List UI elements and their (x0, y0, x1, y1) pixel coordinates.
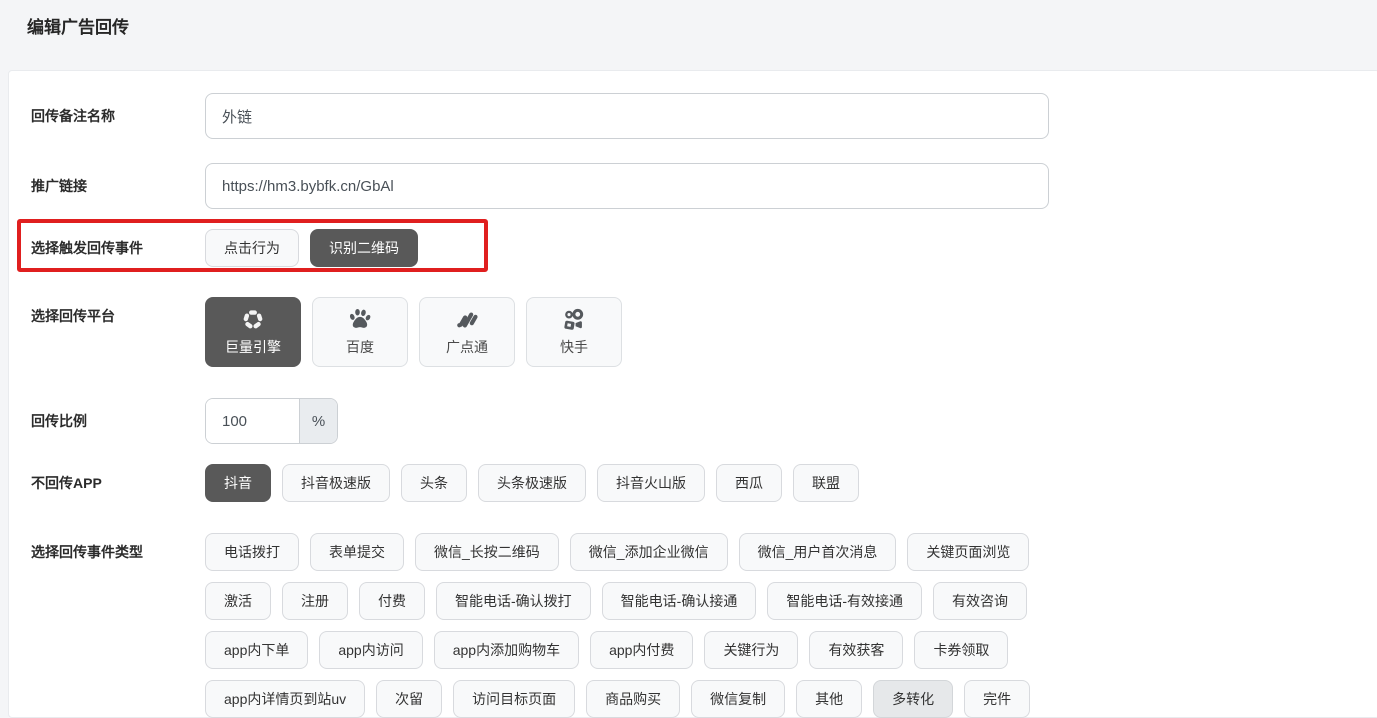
platform-tile-label: 巨量引擎 (225, 337, 281, 357)
event-type-button[interactable]: app内详情页到站uv (205, 680, 365, 718)
page-title: 编辑广告回传 (27, 13, 1377, 38)
form-row-link: 推广链接 (31, 163, 1377, 209)
trigger-options: 点击行为 识别二维码 (205, 229, 418, 267)
event-type-button[interactable]: 关键页面浏览 (907, 533, 1029, 571)
event-type-button[interactable]: 微信_添加企业微信 (570, 533, 728, 571)
platform-tile[interactable]: 快手 (526, 297, 622, 367)
form-card: 回传备注名称 推广链接 选择触发回传事件 点击行为 识别二维码 选择回传平台 (8, 70, 1377, 718)
link-input[interactable] (205, 163, 1049, 209)
form-row-events: 选择回传事件类型 电话拨打 表单提交 微信_长按二维码 微信_添加企业微信 微信… (31, 533, 1377, 718)
event-type-button[interactable]: 激活 (205, 582, 271, 620)
event-type-button[interactable]: 付费 (359, 582, 425, 620)
trigger-option-button[interactable]: 点击行为 (205, 229, 299, 267)
link-label: 推广链接 (31, 163, 205, 209)
app-option-button[interactable]: 联盟 (793, 464, 859, 502)
event-type-button[interactable]: app内付费 (590, 631, 693, 669)
platform-tile[interactable]: 广点通 (419, 297, 515, 367)
app-option-button[interactable]: 抖音 (205, 464, 271, 502)
app-option-button[interactable]: 抖音火山版 (597, 464, 705, 502)
percent-addon: % (299, 399, 337, 443)
remark-label: 回传备注名称 (31, 93, 205, 139)
baidu-paw-icon (347, 307, 373, 332)
platform-tile[interactable]: 巨量引擎 (205, 297, 301, 367)
platform-options: 巨量引擎 百度 (205, 297, 622, 367)
event-type-button[interactable]: 多转化 (873, 680, 953, 718)
event-type-button[interactable]: 次留 (376, 680, 442, 718)
event-type-button[interactable]: 表单提交 (310, 533, 404, 571)
event-type-button[interactable]: 有效咨询 (933, 582, 1027, 620)
trigger-option-button[interactable]: 识别二维码 (310, 229, 418, 267)
event-type-button[interactable]: app内添加购物车 (434, 631, 579, 669)
event-type-button[interactable]: 商品购买 (586, 680, 680, 718)
form-row-trigger: 选择触发回传事件 点击行为 识别二维码 (31, 229, 1377, 267)
event-type-button[interactable]: app内下单 (205, 631, 308, 669)
event-type-options: 电话拨打 表单提交 微信_长按二维码 微信_添加企业微信 微信_用户首次消息 关… (205, 533, 1065, 718)
event-type-button[interactable]: 注册 (282, 582, 348, 620)
remark-input[interactable] (205, 93, 1049, 139)
ratio-input-group: % (205, 398, 338, 444)
apps-label: 不回传APP (31, 464, 205, 502)
event-type-button[interactable]: 有效获客 (809, 631, 903, 669)
event-type-button[interactable]: 完件 (964, 680, 1030, 718)
app-option-button[interactable]: 头条极速版 (478, 464, 586, 502)
event-type-button[interactable]: 访问目标页面 (453, 680, 575, 718)
page-header: 编辑广告回传 (0, 0, 1377, 70)
form-row-apps: 不回传APP 抖音 抖音极速版 头条 头条极速版 抖音火山版 西瓜 联盟 (31, 464, 1377, 502)
app-option-button[interactable]: 西瓜 (716, 464, 782, 502)
event-type-button[interactable]: 智能电话-确认拨打 (436, 582, 591, 620)
form-row-ratio: 回传比例 % (31, 398, 1377, 444)
form-row-remark: 回传备注名称 (31, 93, 1377, 139)
kuaishou-camera-icon (561, 307, 587, 332)
app-options: 抖音 抖音极速版 头条 头条极速版 抖音火山版 西瓜 联盟 (205, 464, 859, 502)
event-type-button[interactable]: 关键行为 (704, 631, 798, 669)
platform-tile-label: 快手 (560, 337, 588, 357)
ratio-label: 回传比例 (31, 398, 205, 444)
event-type-button[interactable]: 智能电话-确认接通 (602, 582, 757, 620)
ratio-input[interactable] (206, 399, 299, 443)
event-type-button[interactable]: 卡券领取 (914, 631, 1008, 669)
platform-label: 选择回传平台 (31, 297, 205, 335)
app-option-button[interactable]: 头条 (401, 464, 467, 502)
event-type-button[interactable]: 微信_用户首次消息 (739, 533, 897, 571)
platform-tile-label: 广点通 (446, 337, 488, 357)
event-type-button[interactable]: 微信_长按二维码 (415, 533, 559, 571)
app-option-button[interactable]: 抖音极速版 (282, 464, 390, 502)
gdt-stripes-icon (454, 307, 480, 332)
event-type-button[interactable]: 电话拨打 (205, 533, 299, 571)
event-type-button[interactable]: app内访问 (319, 631, 422, 669)
form-row-platform: 选择回传平台 巨 (31, 297, 1377, 367)
platform-tile-label: 百度 (346, 337, 374, 357)
event-type-button[interactable]: 其他 (796, 680, 862, 718)
events-label: 选择回传事件类型 (31, 533, 205, 571)
platform-tile[interactable]: 百度 (312, 297, 408, 367)
event-type-button[interactable]: 智能电话-有效接通 (767, 582, 922, 620)
event-type-button[interactable]: 微信复制 (691, 680, 785, 718)
oceanengine-pinwheel-icon (240, 307, 266, 332)
trigger-label: 选择触发回传事件 (31, 229, 205, 267)
